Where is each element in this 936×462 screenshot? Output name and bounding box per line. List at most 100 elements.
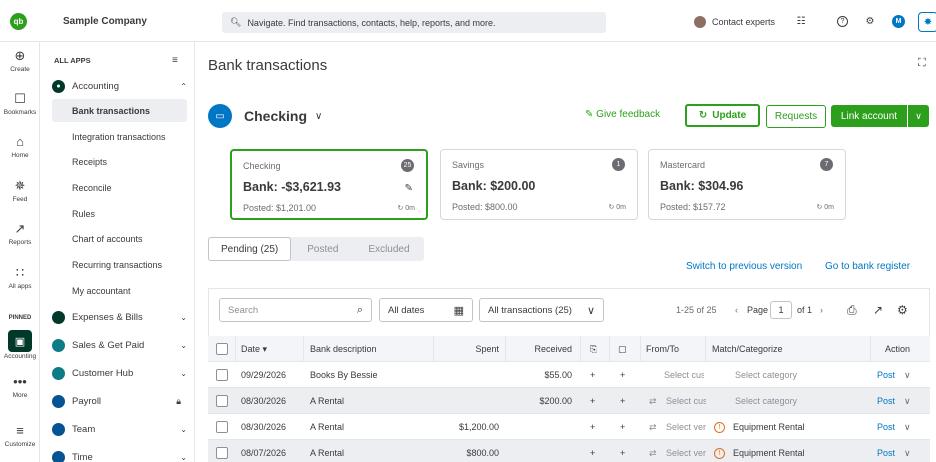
accounting-section-toggle[interactable]: ● Accounting ⌃ — [52, 78, 187, 94]
quickbooks-logo[interactable]: qb — [10, 13, 27, 30]
table-search-input[interactable]: Search ⌕ — [219, 298, 372, 322]
row-checkbox[interactable] — [216, 369, 228, 381]
sidebar-item-my-accountant[interactable]: My accountant — [52, 279, 187, 302]
add-memo-icon[interactable]: + — [620, 362, 625, 388]
col-received[interactable]: Received — [505, 336, 572, 362]
add-attachment-icon[interactable]: + — [590, 362, 595, 388]
pinned-label: PINNED — [8, 315, 32, 321]
give-feedback-link[interactable]: ✎ Give feedback — [585, 109, 660, 120]
user-avatar[interactable]: M — [892, 15, 905, 28]
sidebar-group-team[interactable]: Team ⌄ — [52, 421, 187, 437]
rail-reports[interactable]: ↗ Reports — [0, 222, 40, 247]
account-selector[interactable]: ▭ Checking ∨ — [208, 104, 322, 128]
col-match-categorize[interactable]: Match/Categorize — [712, 336, 783, 362]
fullscreen-icon[interactable]: ⛶ — [918, 57, 926, 70]
bank-register-link[interactable]: Go to bank register — [825, 261, 910, 272]
rail-create[interactable]: ⊕ Create — [0, 49, 40, 74]
rail-bookmarks[interactable]: ☐ Bookmarks — [0, 92, 40, 117]
row-action-menu[interactable]: ∨ — [904, 414, 911, 440]
row-action-menu[interactable]: ∨ — [904, 362, 911, 388]
row-checkbox[interactable] — [216, 447, 228, 459]
add-attachment-icon[interactable]: + — [590, 388, 595, 414]
page-number-input[interactable]: 1 — [770, 301, 792, 319]
select-all-checkbox[interactable] — [216, 343, 228, 355]
row-category-select[interactable]: Select category — [735, 362, 797, 388]
row-payee-select[interactable]: Select cus — [664, 362, 704, 388]
requests-button[interactable]: Requests — [766, 105, 826, 128]
row-action-menu[interactable]: ∨ — [904, 440, 911, 462]
rail-more[interactable]: ••• More — [0, 375, 40, 400]
post-button[interactable]: Post — [877, 388, 895, 414]
account-card-mastercard[interactable]: Mastercard 7 Bank: $304.96 Posted: $157.… — [648, 149, 846, 220]
col-date[interactable]: Date ▾ — [241, 336, 267, 362]
rail-customize[interactable]: ≡ Customize — [0, 424, 40, 449]
add-memo-icon[interactable]: + — [620, 440, 625, 462]
transaction-filter-select[interactable]: All transactions (25) ∨ — [479, 298, 604, 322]
account-card-checking[interactable]: Checking 25 Bank: -$3,621.93 ✎ Posted: $… — [230, 149, 428, 220]
sidebar-item-reconcile[interactable]: Reconcile — [52, 176, 187, 199]
rail-feed[interactable]: ✵ Feed — [0, 179, 40, 204]
feedback-icon[interactable]: ☷ — [794, 14, 808, 28]
row-action-menu[interactable]: ∨ — [904, 388, 911, 414]
collapse-menu-icon[interactable]: ≡ — [172, 55, 178, 66]
sidebar-group-customer-hub[interactable]: Customer Hub ⌄ — [52, 365, 187, 381]
company-name[interactable]: Sample Company — [63, 16, 147, 27]
table-row[interactable]: 08/30/2026 A Rental $200.00 + + ⇄ Select… — [208, 388, 930, 414]
row-checkbox[interactable] — [216, 421, 228, 433]
add-attachment-icon[interactable]: + — [590, 440, 595, 462]
sidebar-item-integration-transactions[interactable]: Integration transactions — [52, 125, 187, 148]
sidebar-group-sales[interactable]: Sales & Get Paid ⌄ — [52, 337, 187, 353]
table-row[interactable]: 09/29/2026 Books By Bessie $55.00 + + Se… — [208, 362, 930, 388]
add-memo-icon[interactable]: + — [620, 414, 625, 440]
link-account-dropdown[interactable]: ∨ — [908, 105, 929, 127]
sidebar-item-receipts[interactable]: Receipts — [52, 150, 187, 173]
tab-excluded[interactable]: Excluded — [354, 237, 423, 261]
sidebar-group-payroll[interactable]: Payroll 🔒︎ — [52, 393, 187, 409]
col-spent[interactable]: Spent — [433, 336, 499, 362]
help-icon[interactable]: ? — [837, 16, 848, 27]
date-filter-select[interactable]: All dates ▦ — [379, 298, 473, 322]
add-memo-icon[interactable]: + — [620, 388, 625, 414]
row-checkbox[interactable] — [216, 395, 228, 407]
table-row[interactable]: 08/07/2026 A Rental $800.00 + + ⇄ Select… — [208, 440, 930, 462]
rail-home[interactable]: ⌂ Home — [0, 135, 40, 160]
rail-accounting-label[interactable]: Accounting — [0, 353, 40, 360]
row-category-select[interactable]: ! Equipment Rental — [714, 440, 805, 462]
global-search-input[interactable]: 🔍︎ Navigate. Find transactions, contacts… — [222, 12, 606, 33]
row-payee-select[interactable]: Select cus — [666, 388, 706, 414]
pencil-icon[interactable]: ✎ — [405, 183, 413, 194]
col-from-to[interactable]: From/To — [646, 336, 679, 362]
sidebar-item-bank-transactions[interactable]: Bank transactions — [52, 99, 187, 122]
gear-icon[interactable]: ⚙ — [897, 303, 908, 317]
sidebar-item-recurring-transactions[interactable]: Recurring transactions — [52, 253, 187, 276]
rail-all-apps[interactable]: ∷ All apps — [0, 266, 40, 291]
post-button[interactable]: Post — [877, 362, 895, 388]
sidebar-item-rules[interactable]: Rules — [52, 202, 187, 225]
row-payee-select[interactable]: Select ver — [666, 414, 706, 440]
post-button[interactable]: Post — [877, 440, 895, 462]
account-card-savings[interactable]: Savings 1 Bank: $200.00 Posted: $800.00 … — [440, 149, 638, 220]
contact-experts-button[interactable]: Contact experts — [694, 12, 775, 32]
assistant-icon[interactable]: ✸ — [918, 12, 936, 32]
sidebar-group-time[interactable]: Time ⌄ — [52, 449, 187, 462]
sidebar-group-expenses[interactable]: Expenses & Bills ⌄ — [52, 309, 187, 325]
tab-posted[interactable]: Posted — [291, 237, 354, 261]
tab-pending[interactable]: Pending (25) — [208, 237, 292, 261]
post-button[interactable]: Post — [877, 414, 895, 440]
export-icon[interactable]: ↗ — [873, 303, 883, 317]
row-category-select[interactable]: ! Equipment Rental — [714, 414, 805, 440]
sidebar-item-chart-of-accounts[interactable]: Chart of accounts — [52, 227, 187, 250]
gear-icon[interactable]: ⚙ — [863, 14, 877, 28]
col-description[interactable]: Bank description — [310, 336, 377, 362]
link-account-button[interactable]: Link account — [831, 105, 907, 127]
prev-page-icon[interactable]: ‹ — [735, 305, 738, 315]
row-category-select[interactable]: Select category — [735, 388, 797, 414]
update-button[interactable]: ↻ Update — [685, 104, 760, 127]
table-row[interactable]: 08/30/2026 A Rental $1,200.00 + + ⇄ Sele… — [208, 414, 930, 440]
print-icon[interactable]: ⎙ — [847, 303, 857, 318]
add-attachment-icon[interactable]: + — [590, 414, 595, 440]
switch-version-link[interactable]: Switch to previous version — [686, 261, 802, 272]
row-payee-select[interactable]: Select ver — [666, 440, 706, 462]
next-page-icon[interactable]: › — [820, 305, 823, 315]
accounting-app-icon[interactable]: ▣ — [8, 330, 32, 352]
